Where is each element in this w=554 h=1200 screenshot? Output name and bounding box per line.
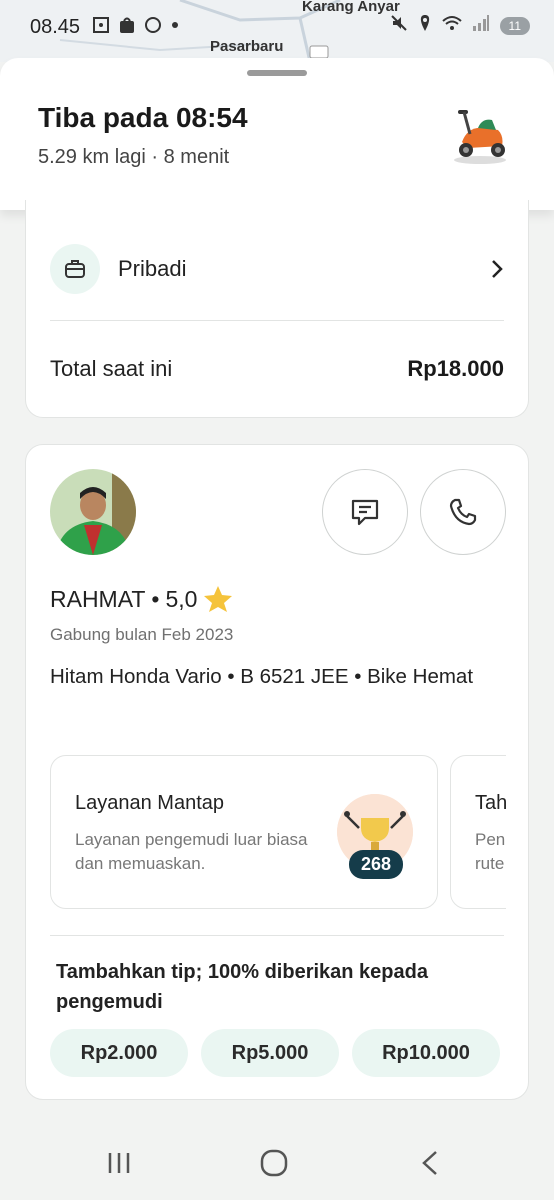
badge-description: Layanan pengemudi luar biasa dan memuask… (75, 830, 308, 873)
eta-subtitle: 5.29 km lagi · 8 menit (38, 146, 230, 168)
badge-title: Tah (475, 792, 506, 814)
shopee-icon (118, 16, 136, 34)
status-time: 08.45 (30, 16, 81, 38)
tip-option-button[interactable]: Rp5.000 (201, 1029, 339, 1077)
star-icon (204, 586, 233, 612)
back-icon (422, 1151, 437, 1175)
location-icon (418, 14, 432, 37)
divider (50, 320, 504, 321)
home-button[interactable] (254, 1148, 294, 1178)
recent-apps-button[interactable] (99, 1148, 139, 1178)
divider (50, 935, 504, 936)
back-button[interactable] (410, 1148, 450, 1178)
driver-joined: Gabung bulan Feb 2023 (50, 625, 234, 644)
briefcase-icon (50, 244, 100, 294)
tip-title: Tambahkan tip; 100% diberikan kepada pen… (56, 961, 428, 1013)
driver-name: RAHMAT (50, 585, 146, 612)
battery-indicator: 11 (499, 16, 530, 35)
map-label-top: Karang Anyar (302, 0, 400, 15)
chat-button[interactable] (322, 469, 408, 555)
total-label: Total saat ini (50, 356, 173, 381)
wifi-icon (441, 15, 462, 36)
badge-card[interactable]: Layanan Mantap Layanan pengemudi luar bi… (50, 755, 438, 909)
map-label-left: Pasarbaru (210, 38, 284, 55)
eta-header[interactable]: Tiba pada 08:54 5.29 km lagi · 8 menit (0, 58, 554, 210)
home-icon (260, 1149, 288, 1177)
mute-icon (390, 14, 408, 37)
whatsapp-icon (144, 16, 162, 34)
screenshot-icon (92, 16, 110, 34)
dot-icon (170, 16, 188, 34)
driver-rating: 5,0 (165, 585, 198, 612)
badge-carousel[interactable]: Layanan Mantap Layanan pengemudi luar bi… (50, 755, 506, 911)
vehicle-info: Hitam Honda Vario • B 6521 JEE • Bike He… (50, 665, 474, 688)
driver-card: RAHMAT • 5,0 Gabung bulan Feb 2023 Hitam… (25, 444, 529, 1100)
driver-name-rating: RAHMAT • 5,0 (50, 585, 233, 613)
phone-icon (449, 498, 477, 526)
driver-avatar[interactable] (50, 469, 136, 555)
payment-card: Pribadi Total saat ini Rp18.000 (25, 200, 529, 418)
payment-profile-label[interactable]: Pribadi (118, 256, 186, 282)
badge-count: 268 (349, 850, 404, 879)
total-value: Rp18.000 (407, 356, 504, 381)
bullet: • (151, 585, 160, 612)
tip-option-button[interactable]: Rp2.000 (50, 1029, 188, 1077)
tip-option-button[interactable]: Rp10.000 (352, 1029, 500, 1077)
chevron-right-icon[interactable] (490, 258, 504, 280)
badge-card[interactable]: Tah Pen rute (450, 755, 506, 909)
call-button[interactable] (420, 469, 506, 555)
badge-description: Pen rute (475, 830, 506, 873)
system-nav-bar (0, 1130, 554, 1200)
recent-apps-icon (108, 1153, 130, 1173)
badge-title: Layanan Mantap (75, 792, 225, 814)
signal-icon (472, 15, 490, 36)
status-bar: 08.45 Karang Anyar Pasarbaru 11 (0, 0, 554, 62)
eta-title: Tiba pada 08:54 (38, 102, 248, 133)
chat-icon (351, 499, 379, 526)
drag-handle[interactable] (247, 70, 307, 76)
scooter-icon (454, 110, 506, 164)
